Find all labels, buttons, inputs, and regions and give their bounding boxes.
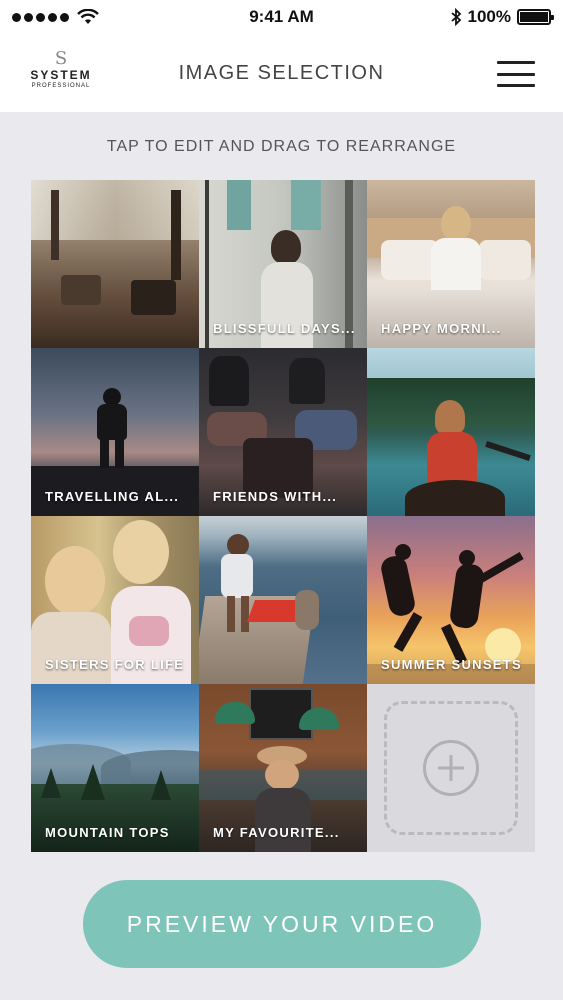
bluetooth-icon <box>450 8 461 26</box>
preview-video-button[interactable]: PREVIEW YOUR VIDEO <box>83 880 481 968</box>
image-grid: BLISSFULL DAYS... HAPPY MORNI... TRAVELL… <box>31 180 535 852</box>
image-tile-coffee-shop[interactable]: MY FAVOURITE... <box>199 684 367 852</box>
status-bar: 9:41 AM 100% <box>0 0 563 34</box>
image-tile-mountain-landscape[interactable]: MOUNTAIN TOPS <box>31 684 199 852</box>
add-frame <box>384 701 518 835</box>
tile-caption: MY FAVOURITE... <box>213 825 340 840</box>
battery-fill <box>520 12 548 22</box>
image-tile-jumping-silhouettes[interactable]: SUMMER SUNSETS <box>367 516 535 684</box>
status-left <box>12 9 99 25</box>
tile-caption: SISTERS FOR LIFE <box>45 657 185 672</box>
tile-caption: FRIENDS WITH... <box>213 489 338 504</box>
image-tile-two-girls[interactable]: SISTERS FOR LIFE <box>31 516 199 684</box>
battery-percentage: 100% <box>467 7 511 26</box>
signal-dots-icon <box>12 12 69 22</box>
tile-caption: SUMMER SUNSETS <box>381 657 522 672</box>
wifi-icon <box>77 9 99 24</box>
image-tile-friends-on-pier[interactable] <box>199 516 367 684</box>
tile-caption: HAPPY MORNI... <box>381 321 502 336</box>
page-title: IMAGE SELECTION <box>178 62 385 84</box>
tile-caption: TRAVELLING AL... <box>45 489 180 504</box>
tile-caption: MOUNTAIN TOPS <box>45 825 170 840</box>
image-tile-friends-on-car[interactable]: FRIENDS WITH... <box>199 348 367 516</box>
image-tile-woman-at-window[interactable]: BLISSFULL DAYS... <box>199 180 367 348</box>
add-plus-icon <box>423 740 479 796</box>
tile-caption: BLISSFULL DAYS... <box>213 321 356 336</box>
instruction-text: TAP TO EDIT AND DRAG TO REARRANGE <box>106 138 457 155</box>
image-tile-cafe-interior[interactable] <box>31 180 199 348</box>
battery-icon <box>517 9 554 25</box>
add-image-tile[interactable] <box>367 684 535 852</box>
hamburger-menu-icon[interactable] <box>497 61 535 87</box>
status-right: 100% <box>450 7 554 27</box>
image-tile-woman-on-bed[interactable]: HAPPY MORNI... <box>367 180 535 348</box>
image-tile-man-at-dusk[interactable]: TRAVELLING AL... <box>31 348 199 516</box>
app-header: S SYSTEM PROFESSIONAL IMAGE SELECTION <box>0 34 563 112</box>
image-tile-woman-in-canoe[interactable] <box>367 348 535 516</box>
